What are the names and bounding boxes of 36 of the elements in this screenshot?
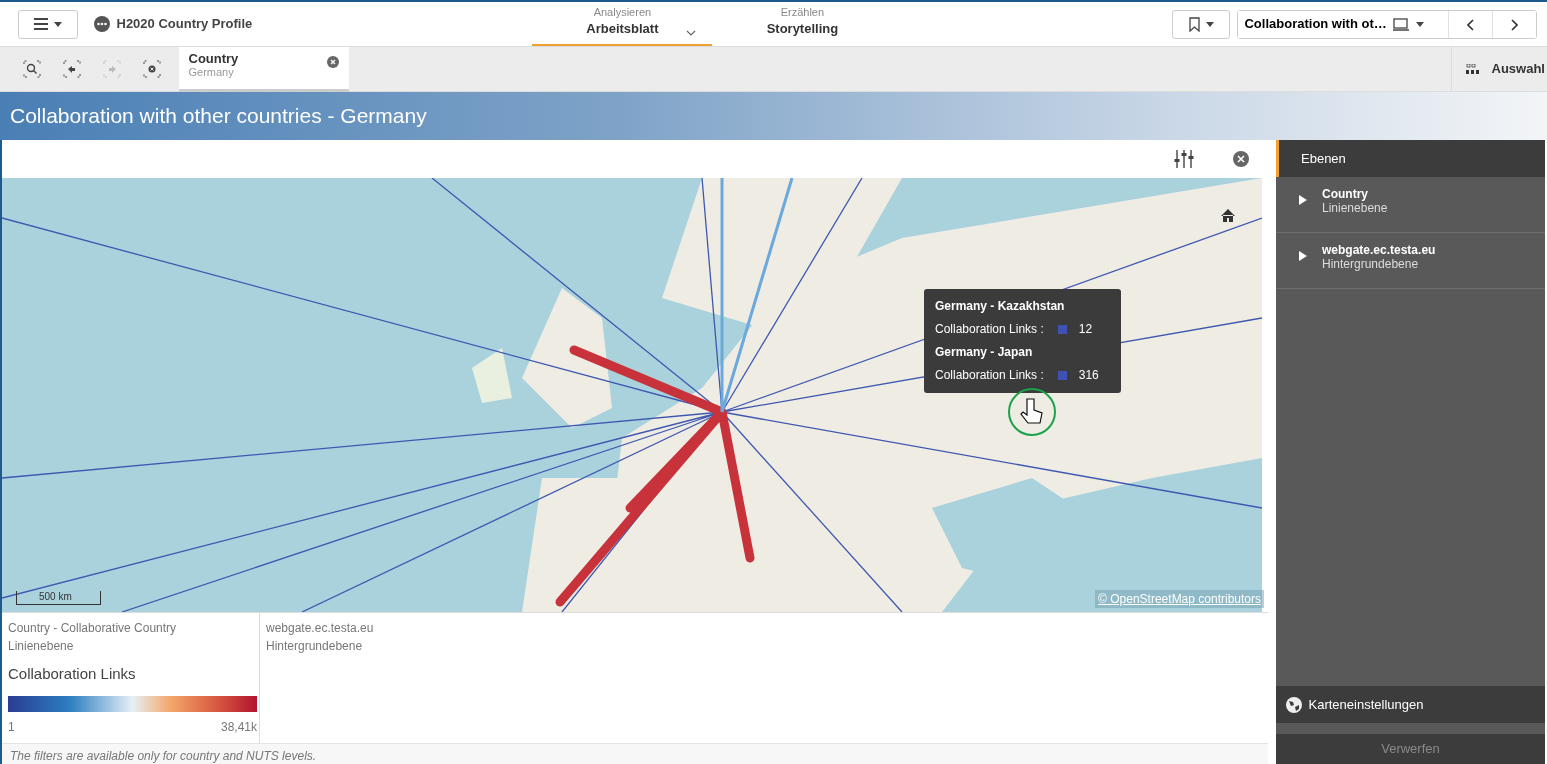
scale-min: 1 [8, 719, 15, 736]
map-settings-button[interactable]: Karteneinstellungen [1276, 686, 1545, 723]
sliders-icon[interactable] [1173, 150, 1194, 168]
map-tooltip: Germany - Kazakhstan Collaboration Links : 12 Germany - Japan Collaboration Links : 316 [924, 289, 1121, 393]
bookmark-button[interactable] [1172, 9, 1231, 39]
layer-type: Linienebene [8, 638, 75, 655]
layer-title: webgate.ec.testa.eu [266, 620, 374, 637]
close-icon[interactable] [1232, 151, 1249, 167]
footnote: The filters are available only for country and NUTS levels. [10, 749, 317, 763]
clear-filter-icon[interactable] [326, 55, 339, 68]
step-back-icon[interactable] [63, 60, 81, 78]
caret-icon [54, 21, 63, 27]
home-icon[interactable] [1220, 208, 1236, 223]
caret-icon [1206, 21, 1215, 27]
scale-bar: 500 km [16, 591, 101, 605]
menu-button[interactable] [18, 9, 78, 39]
globe-icon [1286, 696, 1302, 713]
panel-title: Ebenen [1301, 151, 1346, 166]
selection-filter[interactable]: Country Germany [178, 46, 349, 92]
legend-title: Collaboration Links [8, 664, 137, 684]
bar-chart-icon [1465, 64, 1479, 74]
layer-type: Hintergrundebene [266, 638, 364, 655]
scale-max: 38,41k [220, 719, 257, 736]
menu-icon [33, 18, 48, 30]
clear-selections-icon[interactable] [143, 60, 161, 78]
pointer-cursor-icon [1007, 387, 1057, 437]
sheet-title: Collaboration with other countries - Germany [10, 103, 427, 130]
more-icon[interactable] [94, 16, 110, 32]
app-title: H2020 Country Profile [116, 15, 253, 34]
layer-item[interactable]: webgate.ec.testa.eu Hintergrundebene [1276, 233, 1545, 289]
nav-tab[interactable]: Erzählen Storytelling [712, 2, 893, 46]
layer-title: Country - Collaborative Country [8, 620, 178, 637]
layer-item[interactable]: Country Linienebene [1276, 177, 1545, 233]
selection-search-icon[interactable] [23, 60, 41, 78]
selections-button[interactable]: Auswahl [1450, 47, 1547, 91]
bookmark-icon [1188, 16, 1200, 32]
